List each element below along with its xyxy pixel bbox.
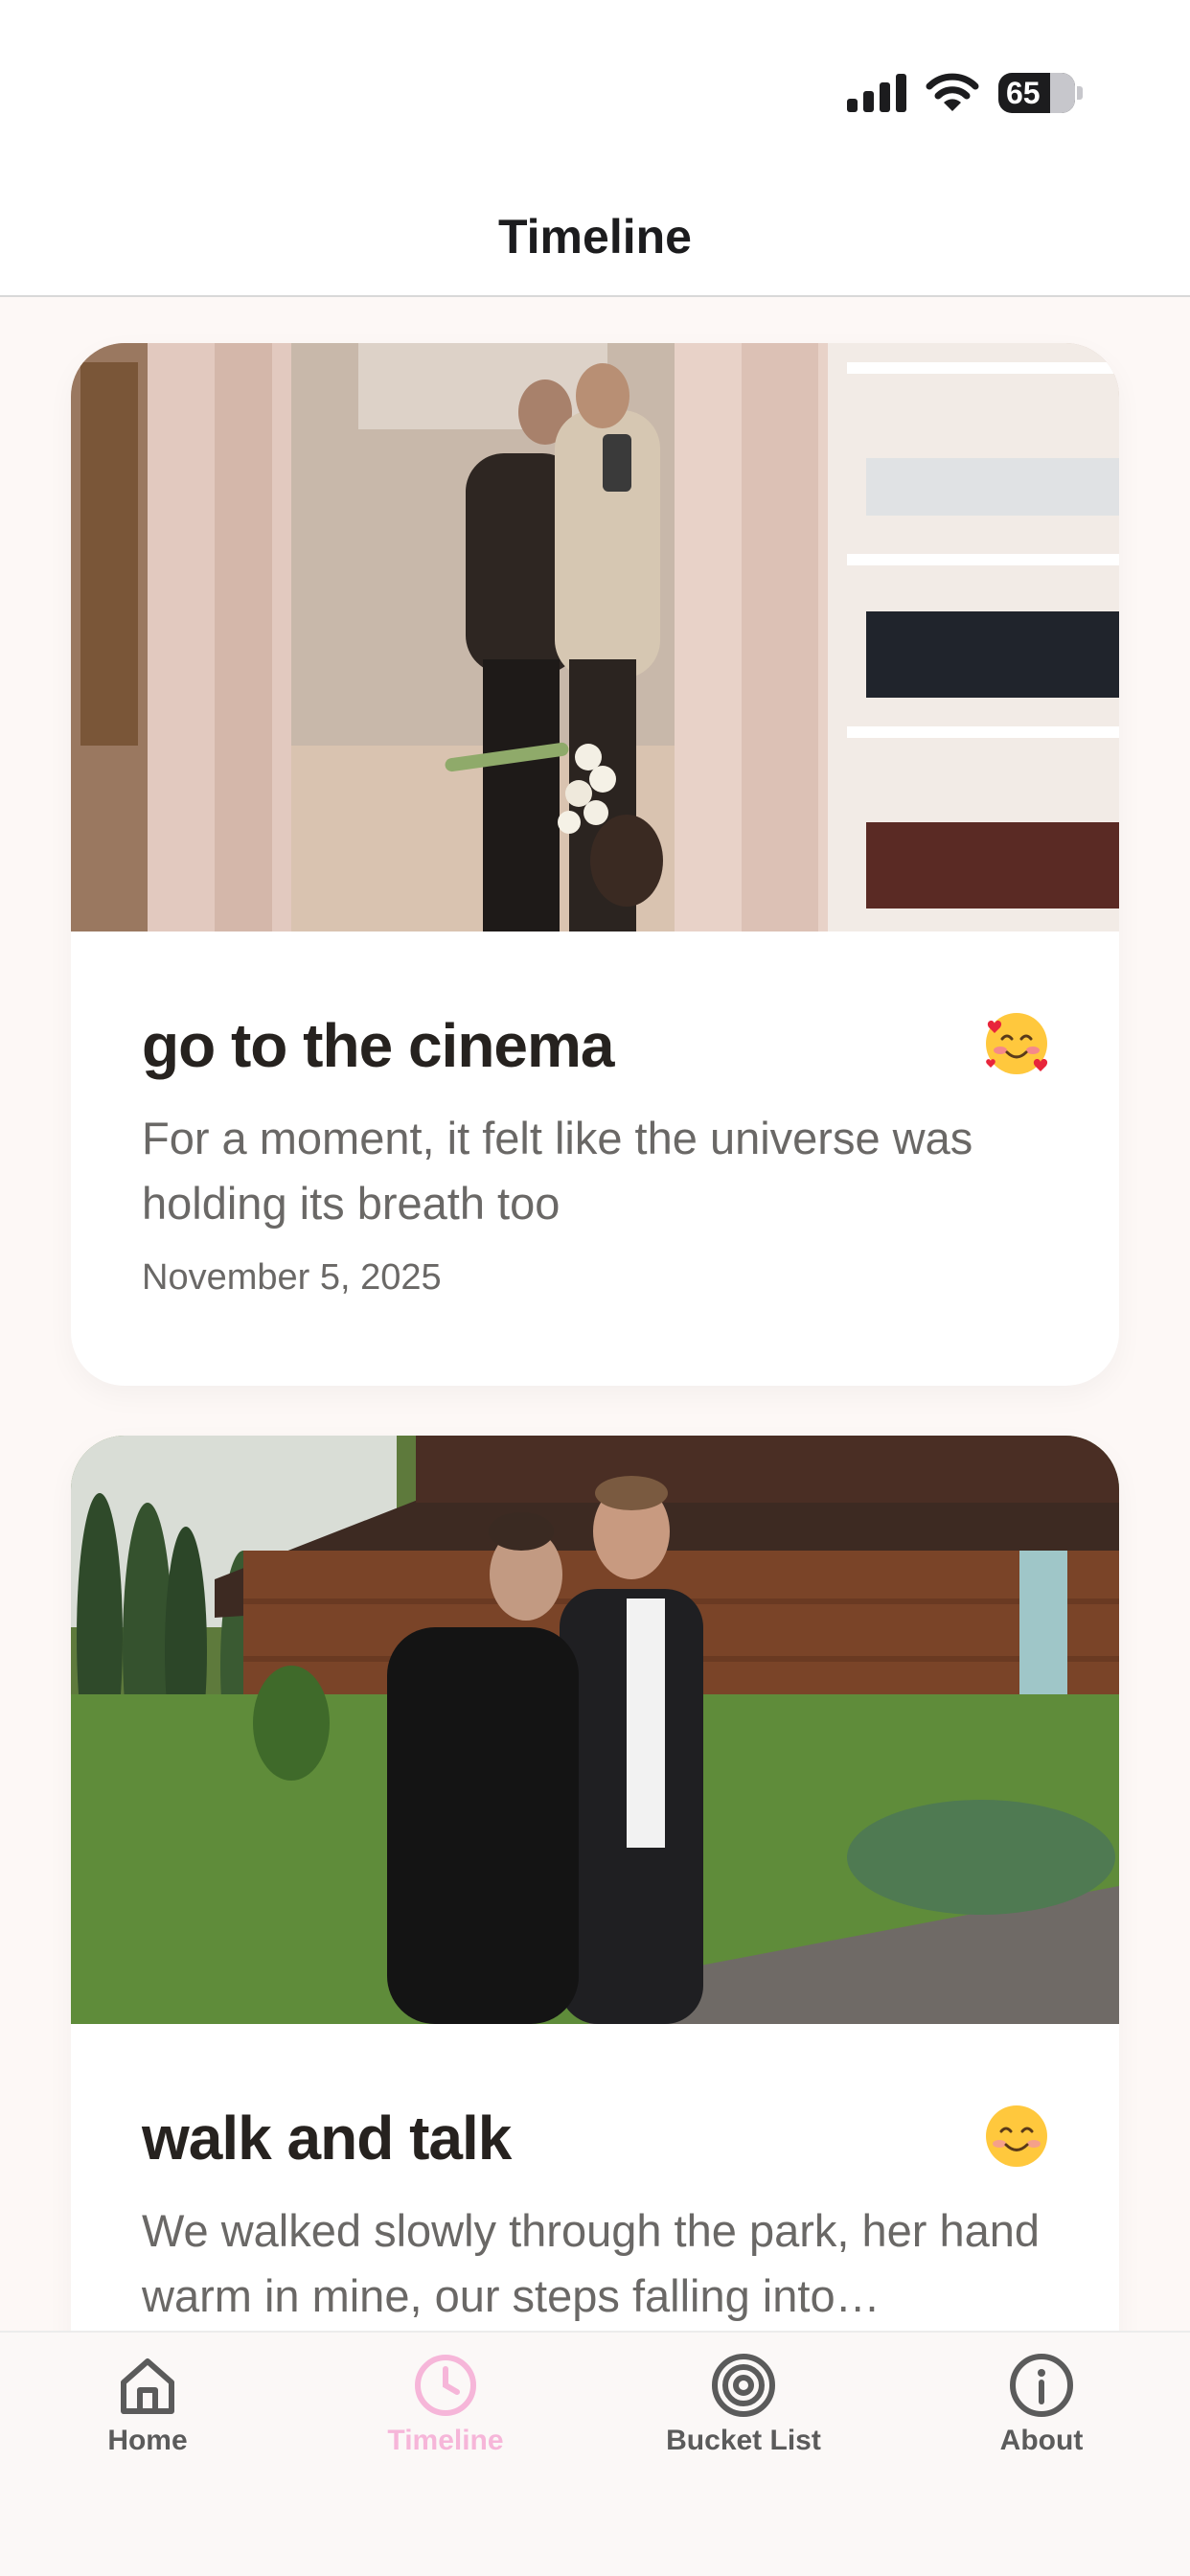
wifi-icon bbox=[926, 73, 979, 111]
memory-description: We walked slowly through the park, her h… bbox=[142, 2205, 1041, 2321]
status-bar: 65 bbox=[0, 0, 1190, 172]
battery-tip bbox=[1077, 86, 1083, 100]
tab-label: About bbox=[999, 2425, 1084, 2456]
nav-header: Timeline bbox=[0, 172, 1190, 297]
memory-title: walk and talk bbox=[142, 2104, 512, 2173]
tab-bar: Home Timeline Bucket List About bbox=[0, 2331, 1190, 2576]
memory-photo bbox=[71, 343, 1119, 932]
cellular-signal-icon bbox=[847, 74, 906, 112]
battery-indicator: 65 bbox=[998, 73, 1075, 113]
tab-label: Timeline bbox=[387, 2425, 504, 2456]
status-icons: 65 bbox=[847, 73, 1083, 113]
home-icon bbox=[121, 2358, 174, 2414]
tab-home[interactable]: Home bbox=[33, 2333, 263, 2457]
page-title: Timeline bbox=[498, 210, 692, 264]
tab-bucket-list[interactable]: Bucket List bbox=[629, 2333, 858, 2457]
smiling-face-icon bbox=[986, 2105, 1047, 2167]
memory-card[interactable]: go to the cinema For a moment, it felt l… bbox=[71, 343, 1119, 1386]
tab-label: Home bbox=[107, 2425, 188, 2456]
info-icon bbox=[1010, 2354, 1073, 2417]
target-icon bbox=[712, 2354, 775, 2417]
clock-icon bbox=[415, 2355, 476, 2416]
tab-timeline[interactable]: Timeline bbox=[331, 2333, 561, 2457]
memory-card-body: go to the cinema For a moment, it felt l… bbox=[71, 932, 1119, 1299]
memory-photo bbox=[71, 1436, 1119, 2024]
memory-date: November 5, 2025 bbox=[142, 1257, 442, 1298]
memory-card-body: walk and talk We walked slowly through t… bbox=[71, 2024, 1119, 2329]
smiling-face-with-hearts-icon bbox=[986, 1013, 1048, 1074]
tab-about[interactable]: About bbox=[927, 2333, 1156, 2457]
tab-label: Bucket List bbox=[666, 2425, 821, 2456]
memory-title: go to the cinema bbox=[142, 1011, 615, 1080]
memory-description: For a moment, it felt like the universe … bbox=[142, 1113, 973, 1229]
